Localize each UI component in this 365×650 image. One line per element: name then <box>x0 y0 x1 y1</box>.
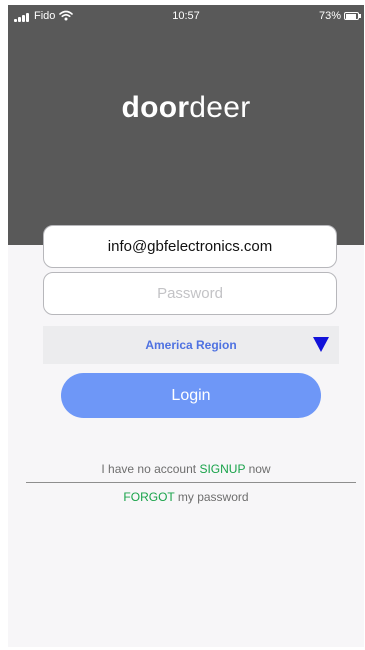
forgot-link[interactable]: FORGOT <box>123 490 174 504</box>
login-screen: Fido 10:57 73% doordeer America Region <box>8 5 364 647</box>
status-time: 10:57 <box>172 10 200 22</box>
battery-percentage: 73% <box>318 10 341 22</box>
logo-bold-text: door <box>121 91 190 124</box>
divider <box>26 482 356 483</box>
signup-link[interactable]: SIGNUP <box>199 462 245 476</box>
signup-prompt: I have no account SIGNUP now <box>8 462 364 476</box>
status-bar: Fido 10:57 73% <box>8 5 364 27</box>
signup-prefix-text: I have no account <box>101 462 200 476</box>
forgot-suffix-text: my password <box>174 490 249 504</box>
login-button[interactable]: Login <box>61 373 321 418</box>
app-logo: doordeer <box>8 91 364 125</box>
logo-light-text: deer <box>189 91 251 124</box>
signup-suffix-text: now <box>245 462 271 476</box>
brand-header: Fido 10:57 73% doordeer <box>8 5 364 245</box>
dropdown-triangle-icon[interactable] <box>313 337 329 352</box>
region-dropdown[interactable]: America Region <box>43 326 339 364</box>
region-selected-value: America Region <box>145 338 237 352</box>
password-field[interactable] <box>43 272 337 315</box>
battery-icon <box>344 12 361 20</box>
email-field[interactable] <box>43 225 337 268</box>
forgot-password-prompt: FORGOT my password <box>8 490 364 504</box>
